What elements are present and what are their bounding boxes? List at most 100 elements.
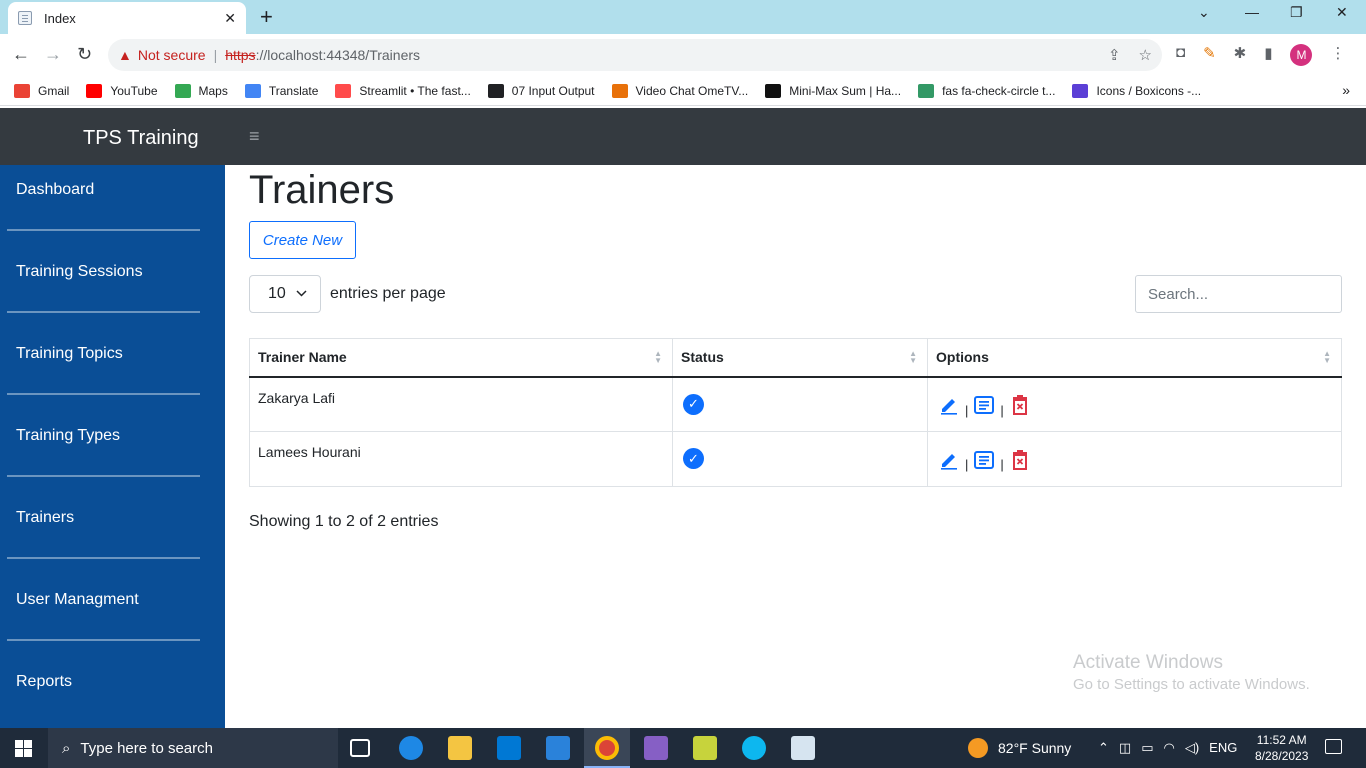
bookmark-item[interactable]: fas fa-check-circle t... (918, 83, 1055, 98)
sidebar-item-user-managment[interactable]: User Managment (16, 591, 139, 609)
edge-icon[interactable] (399, 736, 423, 760)
sidebar-divider (7, 557, 200, 559)
bookmark-star-icon[interactable]: ☆ (1139, 46, 1152, 64)
bookmark-item[interactable]: Streamlit • The fast... (335, 83, 471, 98)
sidebar-item-trainers[interactable]: Trainers (16, 509, 74, 527)
mail-icon[interactable] (546, 736, 570, 760)
details-list-icon[interactable] (973, 394, 995, 416)
sidebar-divider (7, 311, 200, 313)
trainer-name-cell: Lamees Hourani (249, 431, 673, 487)
notifications-icon[interactable] (1325, 739, 1342, 754)
create-new-button[interactable]: Create New (249, 221, 356, 259)
bookmark-item[interactable]: Gmail (14, 83, 69, 98)
column-header-trainer-name[interactable]: Trainer Name ▲ ▼ (249, 338, 673, 378)
sidebar-item-training-types[interactable]: Training Types (16, 427, 120, 445)
profile-avatar[interactable]: M (1290, 44, 1313, 66)
close-window-button[interactable]: ✕ (1336, 4, 1348, 21)
bookmark-item[interactable]: Video Chat OmeTV... (611, 83, 749, 98)
menu-icon[interactable]: ⋮ (1330, 44, 1345, 66)
status-cell: ✓ (672, 376, 928, 432)
delete-trash-icon[interactable] (1009, 394, 1031, 416)
page-favicon-icon (18, 11, 32, 25)
system-tray: ⌃ ◫ ▭ ◠ ◁) ENG (1098, 740, 1237, 756)
status-cell: ✓ (672, 431, 928, 487)
details-list-icon[interactable] (973, 449, 995, 471)
side-panel-icon[interactable]: ▮ (1264, 44, 1272, 66)
bookmark-label: Video Chat OmeTV... (635, 83, 749, 98)
meet-icon[interactable]: ◫ (1119, 740, 1131, 756)
table-row: Lamees Hourani ✓ | | (249, 431, 1342, 487)
tab-title: Index (44, 10, 76, 26)
sun-icon (968, 738, 988, 758)
options-cell: | | (927, 431, 1342, 487)
sidebar-divider (7, 393, 200, 395)
skype-icon[interactable] (742, 736, 766, 760)
sidebar-divider (7, 229, 200, 231)
new-tab-button[interactable]: + (260, 6, 273, 28)
forward-button[interactable]: → (44, 44, 62, 65)
security-status[interactable]: Not secure (138, 47, 206, 63)
url-path: ://localhost:44348/Trainers (255, 47, 421, 63)
page-size-select[interactable]: 10 (249, 275, 321, 313)
browser-tabstrip: Index ✕ + ⌄ — ❐ ✕ (0, 0, 1366, 34)
battery-icon[interactable]: ▭ (1141, 740, 1153, 756)
bookmark-label: Translate (268, 83, 319, 98)
pen-extension-icon[interactable]: ✎ (1203, 44, 1216, 66)
address-bar[interactable]: ▲ Not secure | https ://localhost:44348/… (108, 39, 1162, 71)
column-header-status[interactable]: Status ▲ ▼ (672, 338, 928, 378)
taskbar-search[interactable]: ⌕ Type here to search (48, 728, 338, 768)
close-tab-icon[interactable]: ✕ (224, 10, 236, 27)
bookmark-label: 07 Input Output (511, 83, 595, 98)
volume-icon[interactable]: ◁) (1185, 740, 1199, 756)
clock[interactable]: 11:52 AM 8/28/2023 (1255, 732, 1308, 764)
search-input[interactable] (1135, 275, 1342, 313)
bookmark-item[interactable]: Icons / Boxicons -... (1072, 83, 1201, 98)
bookmark-item[interactable]: Mini-Max Sum | Ha... (765, 83, 901, 98)
share-icon[interactable]: ⇪ (1108, 46, 1121, 64)
more-bookmarks-icon[interactable]: » (1342, 82, 1350, 98)
store-icon[interactable] (497, 736, 521, 760)
sidebar-item-dashboard[interactable]: Dashboard (16, 181, 94, 199)
wifi-icon[interactable]: ◠ (1164, 740, 1175, 756)
page-size-value: 10 (268, 285, 286, 302)
edit-pencil-icon[interactable] (938, 394, 960, 416)
reload-button[interactable]: ↻ (77, 44, 92, 65)
chrome-icon[interactable] (595, 736, 619, 760)
app-brand[interactable]: TPS Training (83, 127, 199, 150)
sort-icon: ▲ ▼ (1323, 349, 1331, 365)
bookmark-item[interactable]: 07 Input Output (487, 83, 595, 98)
sidebar-item-reports[interactable]: Reports (16, 673, 72, 691)
edit-pencil-icon[interactable] (938, 449, 960, 471)
tab-search-icon[interactable]: ⌄ (1198, 4, 1210, 21)
bookmark-item[interactable]: Translate (244, 83, 319, 98)
hamburger-menu-icon[interactable]: ≡ (249, 126, 260, 147)
task-view-icon[interactable] (350, 739, 370, 757)
paint-icon[interactable] (791, 736, 815, 760)
minimize-button[interactable]: — (1245, 4, 1259, 20)
browser-tab[interactable]: Index ✕ (8, 2, 246, 34)
column-header-options[interactable]: Options ▲ ▼ (927, 338, 1342, 378)
delete-trash-icon[interactable] (1009, 449, 1031, 471)
sidebar-item-training-sessions[interactable]: Training Sessions (16, 263, 143, 281)
column-label: Trainer Name (258, 349, 347, 366)
sidebar-item-training-topics[interactable]: Training Topics (16, 345, 123, 363)
language-indicator[interactable]: ENG (1209, 740, 1237, 756)
windows-start-icon[interactable] (15, 740, 32, 757)
bookmark-item[interactable]: Maps (174, 83, 228, 98)
bookmark-favicon-icon (174, 83, 191, 98)
table-row: Zakarya Lafi ✓ | | (249, 376, 1342, 432)
entries-per-page-label: entries per page (330, 285, 446, 302)
file-explorer-icon[interactable] (448, 736, 472, 760)
extensions-icon[interactable]: ✱ (1234, 44, 1247, 66)
show-hidden-icons-icon[interactable]: ⌃ (1098, 740, 1109, 756)
back-button[interactable]: ← (12, 44, 30, 65)
tools-app-icon[interactable] (693, 736, 717, 760)
bookmark-item[interactable]: YouTube (86, 83, 158, 98)
restore-button[interactable]: ❐ (1290, 4, 1303, 21)
trainer-name-cell: Zakarya Lafi (249, 376, 673, 432)
weather-widget[interactable]: 82°F Sunny (968, 738, 1071, 758)
column-label: Status (681, 349, 724, 366)
sort-icon: ▲ ▼ (909, 349, 917, 365)
visual-studio-icon[interactable] (644, 736, 668, 760)
camera-icon[interactable]: ◘ (1176, 44, 1185, 66)
